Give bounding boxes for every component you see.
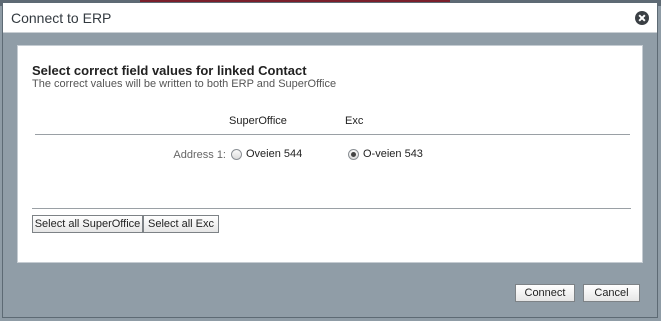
radio-option-superoffice-address1[interactable]: Oveien 544 bbox=[231, 148, 302, 160]
connect-button[interactable]: Connect bbox=[515, 284, 575, 302]
radio-option-exc-address1[interactable]: O-veien 543 bbox=[348, 148, 423, 160]
dialog-title: Connect to ERP bbox=[11, 10, 112, 26]
select-all-superoffice-button[interactable]: Select all SuperOffice bbox=[32, 215, 143, 233]
panel-heading: Select correct field values for linked C… bbox=[32, 63, 307, 78]
column-header-exc: Exc bbox=[345, 115, 364, 127]
cancel-button[interactable]: Cancel bbox=[583, 284, 640, 302]
header-divider bbox=[35, 134, 630, 135]
radio-label-exc-value: O-veien 543 bbox=[363, 148, 423, 160]
close-icon[interactable] bbox=[635, 11, 649, 25]
panel-subheading: The correct values will be written to bo… bbox=[32, 78, 337, 90]
field-label-address1: Address 1: bbox=[173, 149, 226, 161]
dialog-titlebar: Connect to ERP bbox=[3, 3, 657, 33]
radio-button-unchecked[interactable] bbox=[231, 148, 242, 160]
radio-label-superoffice-value: Oveien 544 bbox=[246, 148, 303, 160]
select-all-exc-button[interactable]: Select all Exc bbox=[143, 215, 219, 233]
connect-to-erp-dialog: Connect to ERP Select correct field valu… bbox=[2, 2, 658, 318]
footer-divider bbox=[32, 208, 631, 209]
radio-button-checked[interactable] bbox=[348, 148, 359, 160]
field-selection-panel: Select correct field values for linked C… bbox=[17, 45, 643, 263]
column-header-superoffice: SuperOffice bbox=[229, 115, 287, 127]
